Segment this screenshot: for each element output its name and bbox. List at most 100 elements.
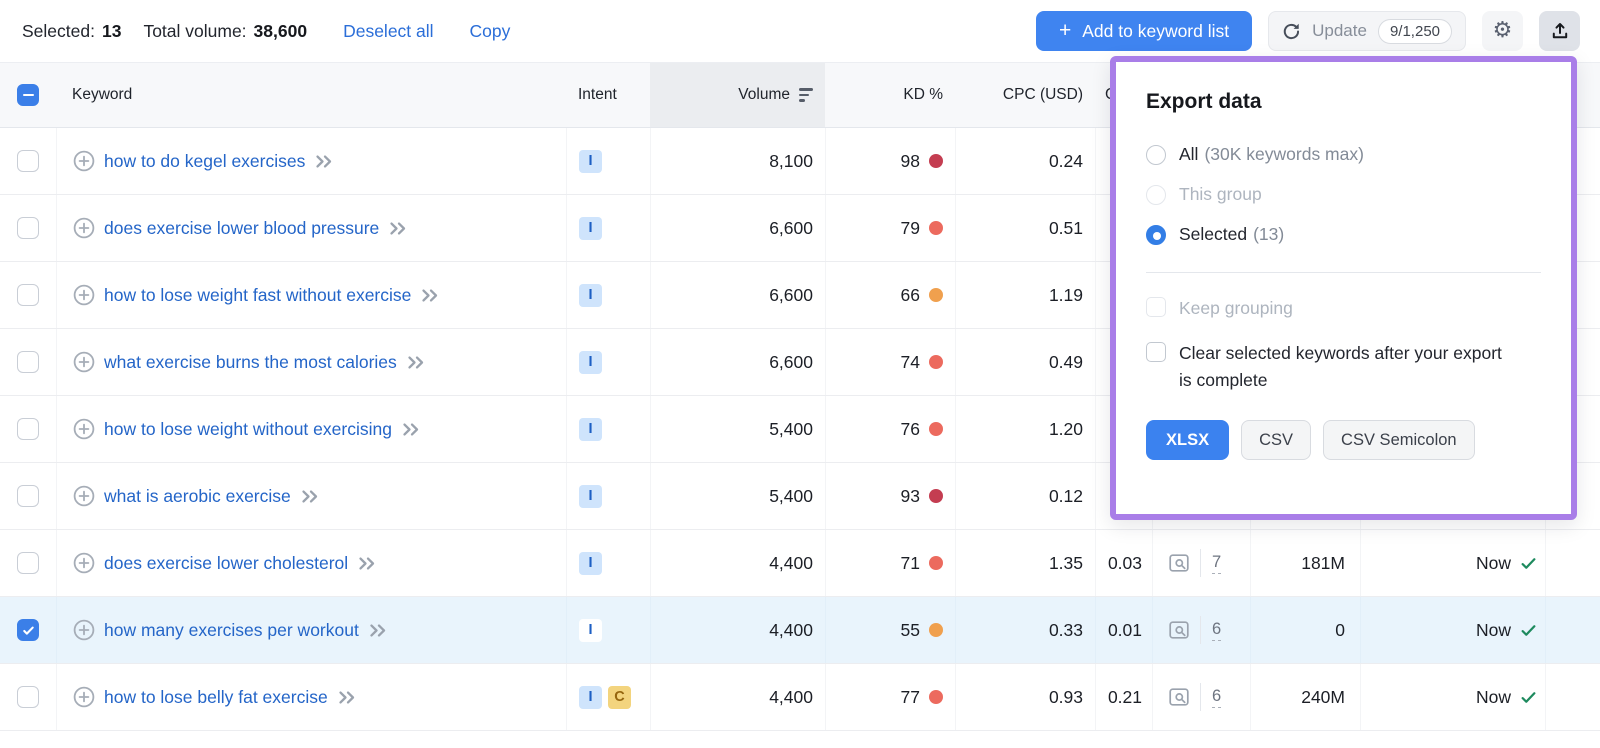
kd-dot — [929, 623, 943, 637]
add-keyword-icon[interactable] — [73, 619, 95, 641]
column-header-volume[interactable]: Volume — [650, 63, 825, 127]
kd-value: 55 — [901, 620, 920, 641]
keyword-link[interactable]: what is aerobic exercise — [104, 486, 291, 507]
serp-preview-icon[interactable] — [1169, 554, 1189, 572]
row-checkbox[interactable] — [17, 552, 39, 574]
clear-selected-checkbox[interactable] — [1146, 342, 1166, 362]
column-header-cpc[interactable]: CPC (USD) — [955, 63, 1095, 127]
keyword-link[interactable]: how many exercises per workout — [104, 620, 359, 641]
com-value: 0.03 — [1108, 553, 1142, 574]
settings-button[interactable]: ⚙ — [1482, 11, 1523, 51]
deselect-all-link[interactable]: Deselect all — [343, 21, 433, 42]
expand-chevrons-icon[interactable] — [300, 489, 320, 504]
cpc-value: 0.49 — [1049, 352, 1083, 373]
export-button[interactable] — [1539, 11, 1580, 51]
intent-badge: I — [579, 418, 602, 441]
keyword-link[interactable]: does exercise lower cholesterol — [104, 553, 348, 574]
row-checkbox[interactable] — [17, 485, 39, 507]
update-quota-badge: 9/1,250 — [1378, 19, 1452, 44]
expand-chevrons-icon[interactable] — [337, 690, 357, 705]
row-checkbox[interactable] — [17, 217, 39, 239]
serp-preview-icon[interactable] — [1169, 621, 1189, 639]
row-checkbox[interactable] — [17, 619, 39, 641]
add-keyword-icon[interactable] — [73, 485, 95, 507]
radio-this-group — [1146, 185, 1166, 205]
expand-chevrons-icon[interactable] — [388, 221, 408, 236]
keyword-link[interactable]: how to lose belly fat exercise — [104, 687, 328, 708]
kd-value: 93 — [901, 486, 920, 507]
sort-descending-icon — [799, 88, 813, 102]
volume-value: 4,400 — [769, 553, 813, 574]
keyword-link[interactable]: how to lose weight without exercising — [104, 419, 392, 440]
serp-features-count[interactable]: 7 — [1212, 553, 1221, 574]
export-icon — [1550, 21, 1570, 41]
cpc-value: 0.51 — [1049, 218, 1083, 239]
intent-badge: I — [579, 619, 602, 642]
export-option-selected[interactable]: Selected(13) — [1146, 224, 1541, 245]
add-keyword-icon[interactable] — [73, 351, 95, 373]
row-checkbox[interactable] — [17, 418, 39, 440]
export-csv-button[interactable]: CSV — [1241, 420, 1311, 460]
cpc-value: 1.19 — [1049, 285, 1083, 306]
row-checkbox[interactable] — [17, 150, 39, 172]
keyword-link[interactable]: does exercise lower blood pressure — [104, 218, 379, 239]
kd-value: 77 — [901, 687, 920, 708]
column-header-kd[interactable]: KD % — [825, 63, 955, 127]
serp-features-count[interactable]: 6 — [1212, 687, 1221, 708]
keep-grouping-option: Keep grouping — [1146, 295, 1541, 322]
expand-chevrons-icon[interactable] — [357, 556, 377, 571]
updated-value: Now — [1476, 553, 1511, 574]
expand-chevrons-icon[interactable] — [314, 154, 334, 169]
kd-dot — [929, 422, 943, 436]
keyword-link[interactable]: how to do kegel exercises — [104, 151, 305, 172]
serp-features-count[interactable]: 6 — [1212, 620, 1221, 641]
serp-preview-icon[interactable] — [1169, 688, 1189, 706]
intent-badge: I — [579, 150, 602, 173]
export-xlsx-button[interactable]: XLSX — [1146, 420, 1229, 460]
column-header-intent: Intent — [566, 63, 650, 127]
add-keyword-icon[interactable] — [73, 150, 95, 172]
row-checkbox[interactable] — [17, 351, 39, 373]
selected-count: Selected:13 — [22, 21, 121, 42]
expand-chevrons-icon[interactable] — [368, 623, 388, 638]
toolbar: Selected:13 Total volume:38,600 Deselect… — [0, 0, 1600, 62]
add-keyword-icon[interactable] — [73, 552, 95, 574]
updated-value: Now — [1476, 620, 1511, 641]
kd-dot — [929, 154, 943, 168]
keyword-link[interactable]: how to lose weight fast without exercise — [104, 285, 411, 306]
volume-value: 8,100 — [769, 151, 813, 172]
com-value: 0.01 — [1108, 620, 1142, 641]
volume-value: 6,600 — [769, 285, 813, 306]
export-option-all[interactable]: All(30K keywords max) — [1146, 144, 1541, 165]
expand-chevrons-icon[interactable] — [401, 422, 421, 437]
copy-link[interactable]: Copy — [470, 21, 511, 42]
expand-chevrons-icon[interactable] — [406, 355, 426, 370]
cpc-value: 0.24 — [1049, 151, 1083, 172]
volume-value: 4,400 — [769, 620, 813, 641]
add-keyword-icon[interactable] — [73, 686, 95, 708]
clear-selected-option[interactable]: Clear selected keywords after your expor… — [1146, 340, 1541, 394]
add-to-keyword-list-button[interactable]: + Add to keyword list — [1036, 11, 1252, 51]
cpc-value: 0.33 — [1049, 620, 1083, 641]
row-checkbox[interactable] — [17, 284, 39, 306]
kd-value: 76 — [901, 419, 920, 440]
volume-value: 6,600 — [769, 218, 813, 239]
add-keyword-icon[interactable] — [73, 418, 95, 440]
export-popover-title: Export data — [1146, 90, 1541, 114]
row-checkbox[interactable] — [17, 686, 39, 708]
keyword-link[interactable]: what exercise burns the most calories — [104, 352, 397, 373]
volume-value: 6,600 — [769, 352, 813, 373]
radio-all[interactable] — [1146, 145, 1166, 165]
add-keyword-icon[interactable] — [73, 217, 95, 239]
export-csv-semicolon-button[interactable]: CSV Semicolon — [1323, 420, 1475, 460]
volume-value: 4,400 — [769, 687, 813, 708]
results-value: 0 — [1335, 620, 1345, 641]
radio-selected[interactable] — [1146, 225, 1166, 245]
update-button[interactable]: Update 9/1,250 — [1268, 11, 1466, 51]
add-keyword-icon[interactable] — [73, 284, 95, 306]
expand-chevrons-icon[interactable] — [420, 288, 440, 303]
export-option-this-group: This group — [1146, 184, 1541, 205]
kd-dot — [929, 556, 943, 570]
select-all-checkbox[interactable] — [17, 84, 39, 106]
updated-value: Now — [1476, 687, 1511, 708]
